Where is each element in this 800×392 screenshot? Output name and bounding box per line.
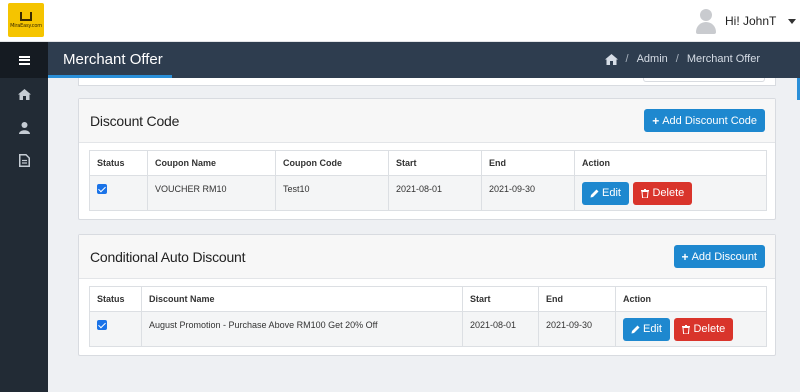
page-title: Merchant Offer xyxy=(63,51,163,68)
logo-mark xyxy=(20,11,32,21)
pencil-icon xyxy=(631,325,640,333)
status-checkbox[interactable] xyxy=(97,184,107,194)
delete-button[interactable]: Delete xyxy=(633,181,693,205)
delete-label: Delete xyxy=(693,323,726,335)
conditional-auto-discount-panel: Conditional Auto Discount + Add Discount… xyxy=(78,234,776,356)
column-header: Coupon Code xyxy=(275,150,389,176)
document-icon xyxy=(18,153,30,167)
panel-title: Discount Code xyxy=(90,113,180,129)
page-header: Merchant Offer / Admin / Merchant Offer xyxy=(48,42,800,78)
status-cell xyxy=(89,311,142,347)
start-cell: 2021-08-01 xyxy=(388,175,482,211)
column-header: Discount Name xyxy=(141,286,463,312)
column-header: End xyxy=(538,286,616,312)
user-menu[interactable]: Hi! JohnT xyxy=(695,7,797,35)
sidebar-item-home[interactable] xyxy=(0,82,48,106)
add-discount-button[interactable]: + Add Discount xyxy=(673,245,765,268)
status-cell xyxy=(89,175,148,211)
table-row: August Promotion - Purchase Above RM100 … xyxy=(89,311,767,347)
column-header: Action xyxy=(615,286,767,312)
column-header: Coupon Name xyxy=(147,150,276,176)
edit-button[interactable]: Edit xyxy=(623,317,670,341)
discount-name-cell: August Promotion - Purchase Above RM100 … xyxy=(141,311,463,347)
avatar xyxy=(695,8,717,34)
pencil-icon xyxy=(590,189,599,197)
user-icon xyxy=(18,122,30,134)
panel-title: Conditional Auto Discount xyxy=(90,249,246,265)
plus-icon: + xyxy=(681,249,689,264)
trash-icon xyxy=(641,188,650,198)
logo-text: MiraEasy.com xyxy=(10,22,42,29)
end-cell: 2021-09-30 xyxy=(481,175,575,211)
start-cell: 2021-08-01 xyxy=(462,311,539,347)
panel-header: Discount Code + Add Discount Code xyxy=(79,99,775,143)
discount-code-table: Status Coupon Name Coupon Code Start End… xyxy=(89,150,767,211)
table-row: VOUCHER RM10 Test10 2021-08-01 2021-09-3… xyxy=(89,175,767,211)
home-icon[interactable] xyxy=(604,53,618,65)
breadcrumb-admin[interactable]: Admin xyxy=(637,53,668,65)
column-header: Action xyxy=(574,150,767,176)
table-header-row: Status Discount Name Start End Action xyxy=(89,286,767,312)
edit-button[interactable]: Edit xyxy=(582,181,629,205)
column-header: Status xyxy=(89,150,148,176)
menu-toggle-button[interactable] xyxy=(0,42,48,78)
sidebar-item-users[interactable] xyxy=(0,116,48,140)
column-header: Status xyxy=(89,286,142,312)
delete-label: Delete xyxy=(652,187,685,199)
column-header: Start xyxy=(388,150,482,176)
column-header: End xyxy=(481,150,575,176)
action-cell: Edit Delete xyxy=(615,311,767,347)
edit-label: Edit xyxy=(602,187,621,199)
chevron-down-icon[interactable] xyxy=(788,18,797,24)
breadcrumb-current: Merchant Offer xyxy=(686,53,760,65)
conditional-discount-table: Status Discount Name Start End Action Au… xyxy=(89,286,767,347)
coupon-code-cell: Test10 xyxy=(275,175,389,211)
action-cell: Edit Delete xyxy=(574,175,767,211)
status-checkbox[interactable] xyxy=(97,320,107,330)
sidebar xyxy=(0,42,48,392)
previous-panel-tab xyxy=(643,78,765,82)
delete-button[interactable]: Delete xyxy=(674,317,734,341)
user-greeting: Hi! JohnT xyxy=(725,14,777,28)
end-cell: 2021-09-30 xyxy=(538,311,616,347)
hamburger-icon xyxy=(18,55,30,65)
add-discount-code-button[interactable]: + Add Discount Code xyxy=(644,109,765,132)
plus-icon: + xyxy=(652,113,660,128)
brand-logo[interactable]: MiraEasy.com xyxy=(8,3,44,37)
breadcrumb: / Admin / Merchant Offer xyxy=(604,53,760,65)
add-discount-label: Add Discount xyxy=(691,250,757,263)
home-icon xyxy=(17,88,31,100)
column-header: Start xyxy=(462,286,539,312)
main-content: Discount Code + Add Discount Code Status… xyxy=(48,78,800,392)
table-header-row: Status Coupon Name Coupon Code Start End… xyxy=(89,150,767,176)
trash-icon xyxy=(682,324,691,334)
sidebar-item-documents[interactable] xyxy=(0,148,48,172)
discount-code-panel: Discount Code + Add Discount Code Status… xyxy=(78,98,776,220)
edit-label: Edit xyxy=(643,323,662,335)
top-header: MiraEasy.com Hi! JohnT xyxy=(0,0,800,42)
add-discount-code-label: Add Discount Code xyxy=(662,114,757,127)
panel-header: Conditional Auto Discount + Add Discount xyxy=(79,235,775,279)
coupon-name-cell: VOUCHER RM10 xyxy=(147,175,276,211)
